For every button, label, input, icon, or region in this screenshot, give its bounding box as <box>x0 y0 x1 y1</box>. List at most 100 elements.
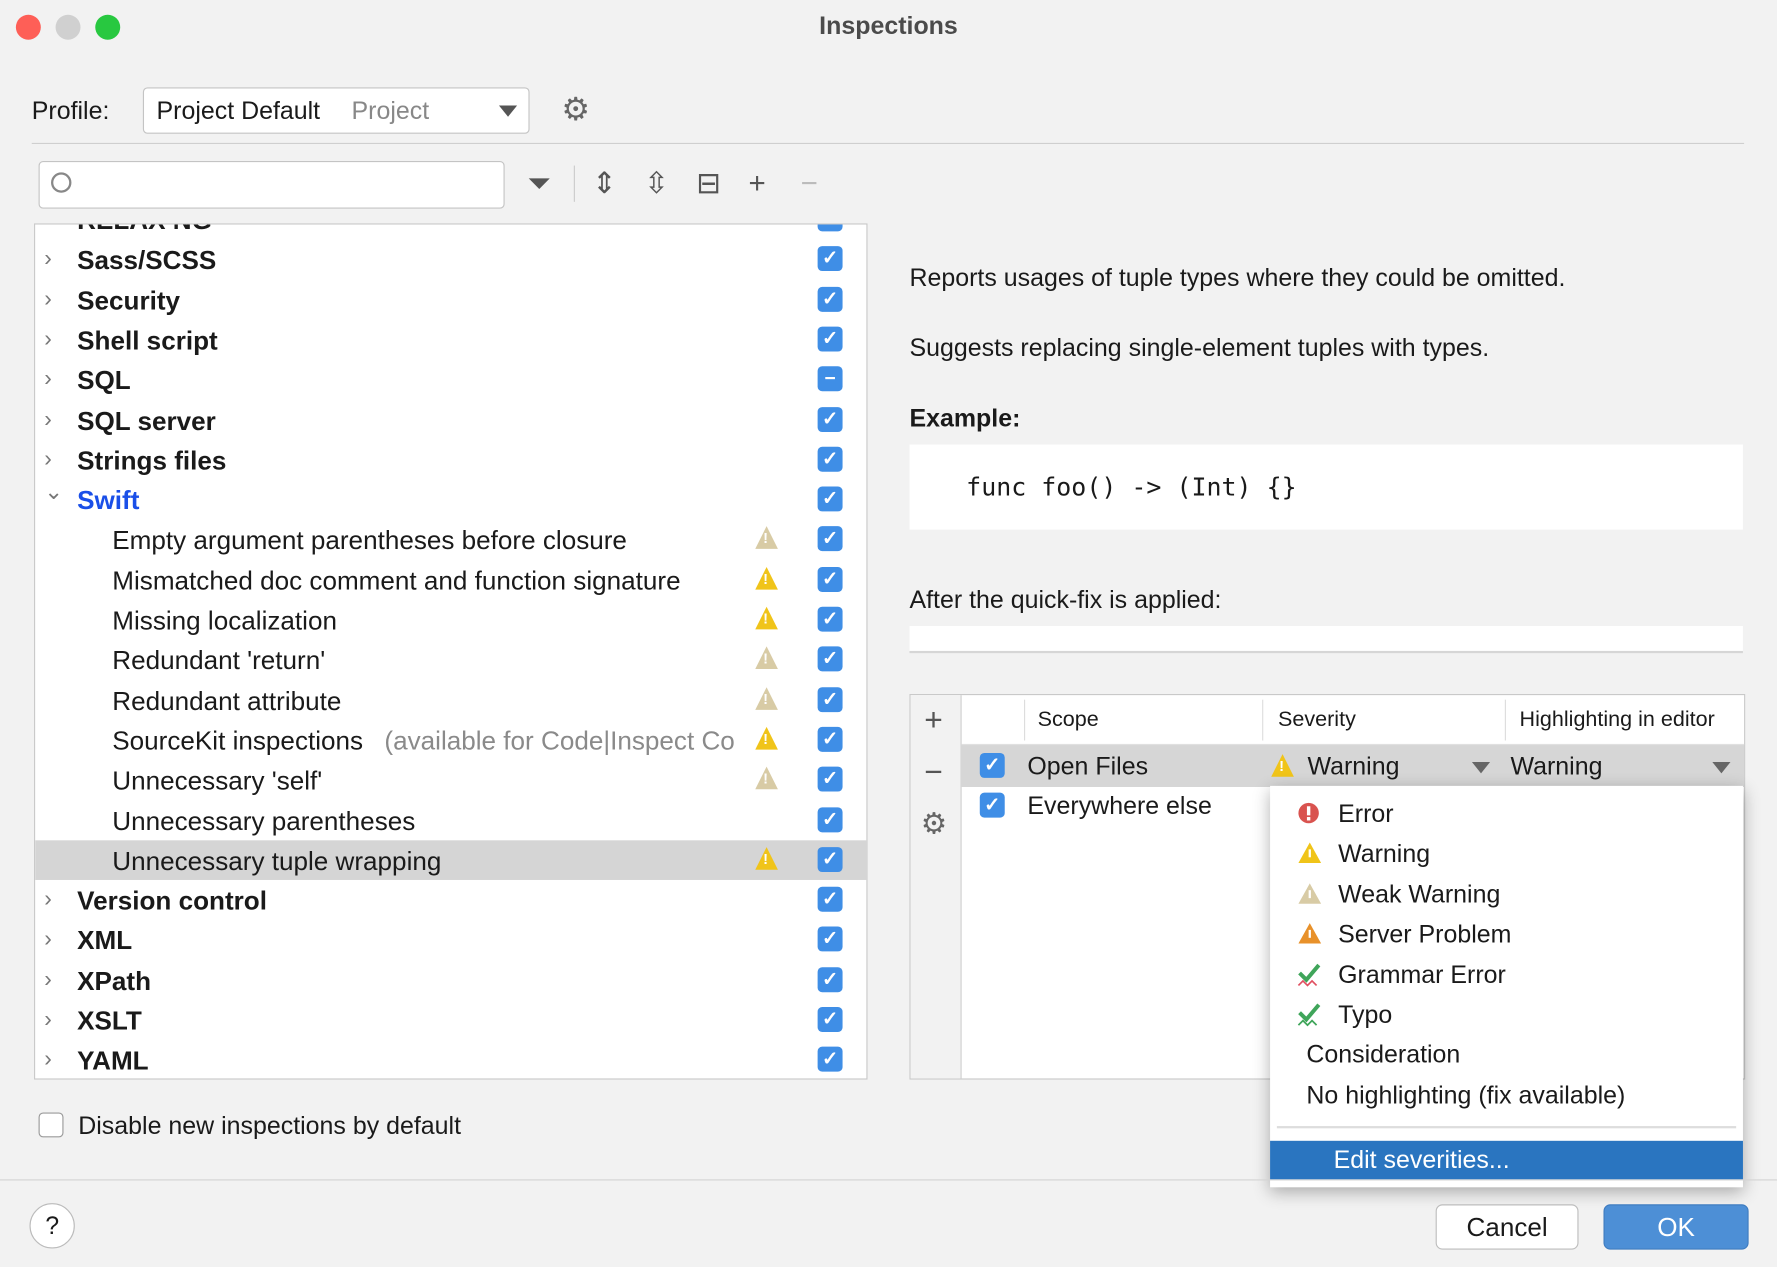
tree-row[interactable]: › XML ✓ <box>35 920 866 960</box>
tree-row-checkbox[interactable]: ✓ <box>817 606 843 632</box>
chevron-right-icon[interactable]: › <box>44 407 52 433</box>
tree-row-checkbox[interactable]: − <box>817 366 843 392</box>
collapse-all-icon[interactable]: ⇳ <box>644 166 669 201</box>
tree-row[interactable]: › Sass/SCSS ✓ <box>35 240 866 280</box>
tree-row-checkbox[interactable]: ✓ <box>817 526 843 552</box>
header-severity[interactable]: Severity <box>1278 708 1356 733</box>
profile-dropdown[interactable]: Project Default Project <box>142 87 530 134</box>
tree-row[interactable]: › Strings files ✓ <box>35 440 866 480</box>
tree-row[interactable]: › Shell script ✓ <box>35 320 866 360</box>
menu-item-no-highlighting-fix-available[interactable]: No highlighting (fix available) <box>1270 1075 1743 1115</box>
tree-row-label: SQL server <box>77 405 216 435</box>
menu-item-typo[interactable]: Typo <box>1270 995 1743 1035</box>
scope-checkbox[interactable]: ✓ <box>979 752 1005 778</box>
tree-row[interactable]: Mismatched doc comment and function sign… <box>35 560 866 600</box>
tree-row-checkbox[interactable]: ✓ <box>817 1006 843 1032</box>
chevron-right-icon[interactable]: › <box>44 1007 52 1033</box>
chevron-down-icon[interactable]: ⌄ <box>44 478 63 506</box>
search-input[interactable] <box>38 161 505 209</box>
chevron-right-icon[interactable]: › <box>44 366 52 392</box>
search-field[interactable] <box>85 168 498 201</box>
scope-checkbox[interactable]: ✓ <box>979 792 1005 818</box>
tree-row-checkbox[interactable]: ✓ <box>817 966 843 992</box>
edit-severities-item[interactable]: Edit severities... <box>1270 1140 1743 1180</box>
table-row[interactable]: ✓ Open Files Warning Warning <box>961 745 1745 787</box>
severity-menu: Error Warning Weak Warning Server Problem Gr… <box>1270 785 1743 1188</box>
tree-row[interactable]: › YAML ✓ <box>35 1040 866 1078</box>
tree-row-checkbox[interactable]: ✓ <box>817 566 843 592</box>
tree-row-checkbox[interactable]: ✓ <box>817 224 843 232</box>
filter-icon[interactable]: ⏷ <box>527 166 551 202</box>
add-icon[interactable]: + <box>748 166 765 201</box>
chevron-down-icon[interactable] <box>1471 762 1491 774</box>
inspection-tree[interactable]: › RELAX NG ✓ › Sass/SCSS ✓ › Security ✓ › Shell sc… <box>34 223 868 1080</box>
severity-value[interactable]: Warning <box>1308 752 1400 781</box>
chevron-right-icon[interactable]: › <box>44 246 52 272</box>
help-button[interactable]: ? <box>29 1203 75 1249</box>
gear-icon[interactable]: ⚙ <box>561 91 589 128</box>
tree-row[interactable]: Unnecessary parentheses ✓ <box>35 800 866 840</box>
tree-row[interactable]: › Version control ✓ <box>35 880 866 920</box>
tree-row-checkbox[interactable]: ✓ <box>817 726 843 752</box>
expand-all-icon[interactable]: ⇕ <box>592 166 617 201</box>
chevron-right-icon[interactable]: › <box>44 326 52 352</box>
tree-row-checkbox[interactable]: ✓ <box>817 486 843 512</box>
tree-row[interactable]: › SQL server ✓ <box>35 400 866 440</box>
tree-row[interactable]: Empty argument parentheses before closur… <box>35 520 866 560</box>
tree-row-checkbox[interactable]: ✓ <box>817 686 843 712</box>
tree-row[interactable]: › Security ✓ <box>35 280 866 320</box>
divider <box>31 142 1745 145</box>
tree-row-label: Unnecessary tuple wrapping <box>112 845 442 876</box>
tree-row[interactable]: › RELAX NG ✓ <box>35 224 866 240</box>
tree-row-checkbox[interactable]: ✓ <box>817 806 843 832</box>
chevron-right-icon[interactable]: › <box>44 286 52 312</box>
tree-row-checkbox[interactable]: ✓ <box>817 926 843 952</box>
tree-row[interactable]: › SQL − <box>35 360 866 400</box>
tree-row-checkbox[interactable]: ✓ <box>817 406 843 432</box>
chevron-down-icon[interactable] <box>1712 762 1731 774</box>
menu-item-consideration[interactable]: Consideration <box>1270 1035 1743 1075</box>
chevron-right-icon[interactable]: › <box>44 1047 52 1073</box>
tree-row[interactable]: › XPath ✓ <box>35 960 866 1000</box>
tree-row[interactable]: ⌄ Swift ✓ <box>35 480 866 520</box>
header-scope[interactable]: Scope <box>1038 708 1099 733</box>
scope-settings-icon[interactable]: ⚙ <box>921 806 947 841</box>
remove-scope-icon[interactable]: − <box>924 754 943 790</box>
menu-item-label: Consideration <box>1306 1040 1461 1069</box>
chevron-right-icon[interactable]: › <box>44 887 52 913</box>
tree-row[interactable]: Redundant 'return' ✓ <box>35 640 866 680</box>
tree-row[interactable]: SourceKit inspections (available for Code… <box>35 720 866 760</box>
reset-icon[interactable]: ⊟ <box>696 166 721 201</box>
disable-new-inspections-label[interactable]: Disable new inspections by default <box>78 1111 461 1140</box>
tree-row-checkbox[interactable]: ✓ <box>817 846 843 872</box>
tree-row-checkbox[interactable]: ✓ <box>817 646 843 672</box>
disable-new-inspections-checkbox[interactable] <box>38 1112 64 1138</box>
menu-item-server-problem[interactable]: Server Problem <box>1270 914 1743 954</box>
highlighting-value[interactable]: Warning <box>1510 752 1602 781</box>
tree-row[interactable]: › XSLT ✓ <box>35 1000 866 1040</box>
chevron-right-icon[interactable]: › <box>44 967 52 993</box>
tree-row-checkbox[interactable]: ✓ <box>817 1047 843 1072</box>
tree-row-checkbox[interactable]: ✓ <box>817 286 843 312</box>
tree-row-checkbox[interactable]: ✓ <box>817 766 843 792</box>
tree-row[interactable]: Redundant attribute ✓ <box>35 680 866 720</box>
menu-item-warning[interactable]: Warning <box>1270 834 1743 874</box>
tree-row[interactable]: Unnecessary 'self' ✓ <box>35 760 866 800</box>
tree-row-checkbox[interactable]: ✓ <box>817 886 843 912</box>
cancel-button[interactable]: Cancel <box>1435 1204 1579 1250</box>
tree-row[interactable]: Missing localization ✓ <box>35 600 866 640</box>
add-scope-icon[interactable]: + <box>924 702 943 738</box>
ok-button[interactable]: OK <box>1603 1204 1749 1250</box>
tree-row-checkbox[interactable]: ✓ <box>817 326 843 352</box>
after-code-box <box>909 625 1743 654</box>
menu-item-weak-warning[interactable]: Weak Warning <box>1270 874 1743 914</box>
tree-row[interactable]: Unnecessary tuple wrapping ✓ <box>35 840 867 880</box>
tree-row-checkbox[interactable]: ✓ <box>817 246 843 272</box>
tree-row-checkbox[interactable]: ✓ <box>817 446 843 472</box>
chevron-right-icon[interactable]: › <box>44 927 52 953</box>
menu-item-grammar-error[interactable]: Grammar Error <box>1270 954 1743 994</box>
header-highlighting[interactable]: Highlighting in editor <box>1520 708 1715 733</box>
chevron-right-icon[interactable]: › <box>44 225 52 233</box>
menu-item-error[interactable]: Error <box>1270 794 1743 834</box>
chevron-right-icon[interactable]: › <box>44 447 52 473</box>
